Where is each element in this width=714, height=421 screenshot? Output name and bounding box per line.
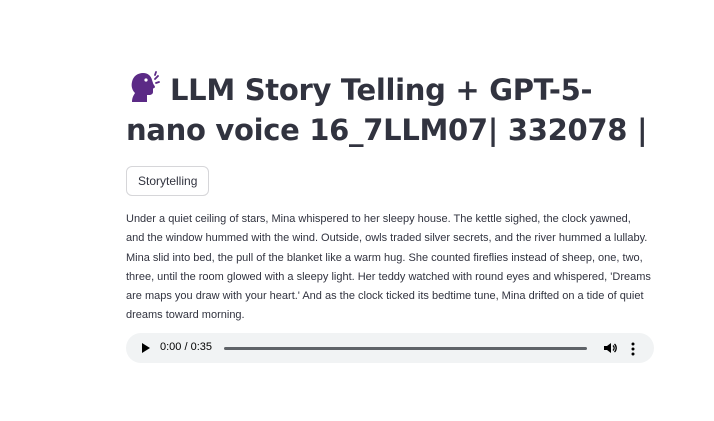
speaking-head-icon — [131, 71, 160, 102]
volume-icon[interactable] — [603, 341, 617, 355]
more-vertical-icon[interactable] — [631, 342, 635, 356]
audio-time: 0:00 / 0:35 — [160, 341, 212, 353]
story-text: Under a quiet ceiling of stars, Mina whi… — [126, 213, 651, 322]
main-content: LLM Story Telling + GPT-5-nano voice 16_… — [126, 70, 656, 326]
storytelling-tag[interactable]: Storytelling — [126, 166, 210, 196]
page-title: LLM Story Telling + GPT-5-nano voice 16_… — [126, 70, 656, 150]
play-icon[interactable] — [142, 343, 150, 353]
audio-player[interactable]: 0:00 / 0:35 — [126, 333, 654, 363]
page: LLM Story Telling + GPT-5-nano voice 16_… — [0, 0, 714, 421]
page-title-text: LLM Story Telling + GPT-5-nano voice 16_… — [126, 73, 648, 147]
audio-progress-track[interactable] — [224, 347, 587, 350]
